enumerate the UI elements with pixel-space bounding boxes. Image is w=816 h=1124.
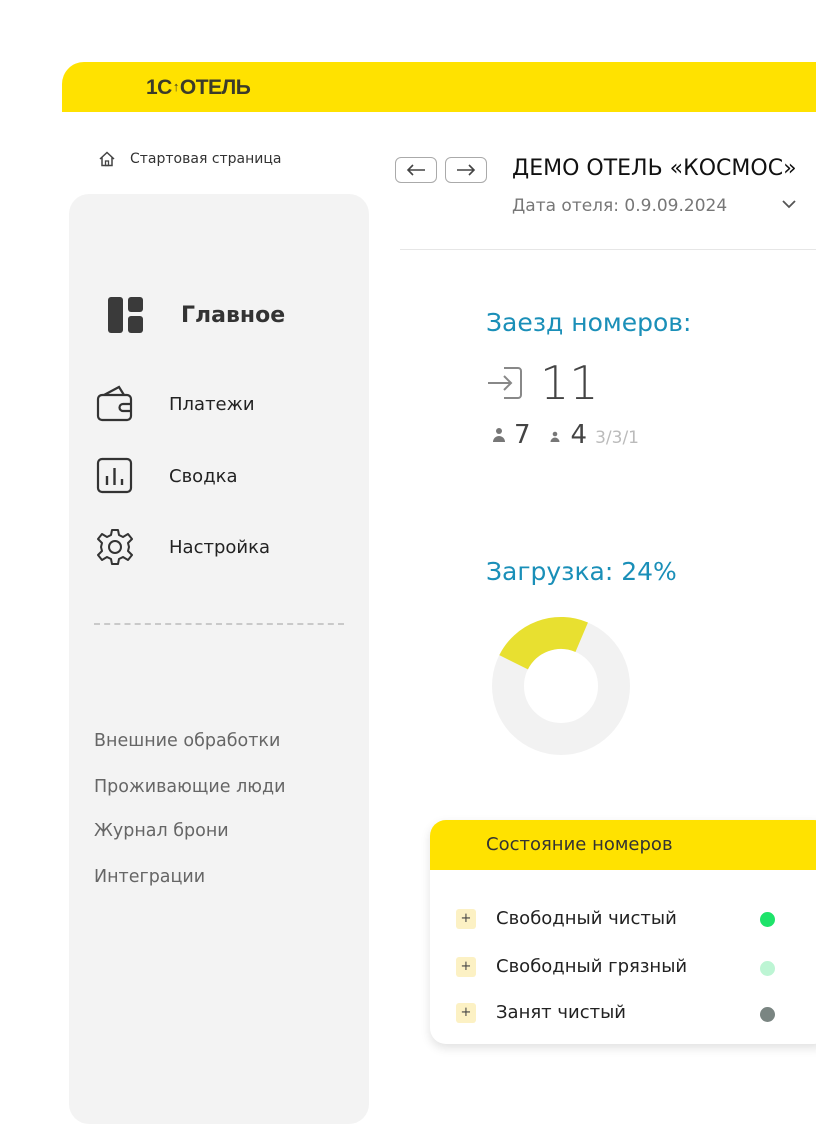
top-bar: 1C↑ОТЕЛЬ bbox=[62, 62, 816, 112]
status-dot bbox=[760, 912, 775, 927]
sidebar-link-residents[interactable]: Проживающие люди bbox=[94, 777, 285, 797]
status-label: Занят чистый bbox=[496, 1002, 626, 1023]
child-icon bbox=[550, 431, 560, 442]
logo-arrow-icon: ↑ bbox=[172, 79, 180, 94]
donut-fill bbox=[499, 617, 588, 671]
guests-row: 7 4 3/3/1 bbox=[492, 420, 639, 450]
room-status-card: Состояние номеров + Свободный чистый + С… bbox=[430, 820, 816, 1044]
home-icon bbox=[99, 151, 115, 167]
room-status-header: Состояние номеров bbox=[430, 820, 816, 870]
wallet-icon bbox=[96, 385, 133, 422]
checkin-icon bbox=[488, 367, 522, 399]
status-dot bbox=[760, 961, 775, 976]
dashboard-icon bbox=[108, 297, 143, 333]
sidebar-item-summary[interactable]: Сводка bbox=[95, 456, 238, 496]
chevron-down-icon[interactable] bbox=[780, 198, 798, 210]
header-divider bbox=[400, 249, 816, 250]
adults-count: 7 bbox=[514, 420, 531, 450]
occupancy-title: Загрузка: 24% bbox=[486, 557, 677, 586]
hotel-date: Дата отеля: 0.9.09.2024 bbox=[512, 196, 728, 216]
sidebar-link-integrations[interactable]: Интеграции bbox=[94, 867, 205, 887]
hotel-title: ДЕМО ОТЕЛЬ «КОСМОС» bbox=[512, 156, 797, 181]
home-link[interactable]: Стартовая страница bbox=[98, 150, 282, 168]
status-row[interactable]: + Занят чистый bbox=[456, 1002, 626, 1023]
checkin-count-row: 11 bbox=[486, 356, 599, 410]
chart-icon bbox=[96, 457, 133, 494]
sidebar-item-label: Главное bbox=[181, 302, 286, 328]
adult-icon bbox=[493, 428, 505, 442]
room-breakdown: 3/3/1 bbox=[595, 428, 639, 448]
sidebar: Главное Платежи Сводка Настройка Внешние… bbox=[69, 194, 369, 1124]
forward-button[interactable] bbox=[445, 157, 487, 183]
checkin-count: 11 bbox=[540, 356, 599, 410]
status-row[interactable]: + Свободный чистый bbox=[456, 908, 677, 929]
back-button[interactable] bbox=[395, 157, 437, 183]
sidebar-item-label: Платежи bbox=[169, 393, 255, 415]
room-status-title: Состояние номеров bbox=[486, 834, 673, 855]
sidebar-item-settings[interactable]: Настройка bbox=[95, 527, 270, 567]
expand-plus-icon[interactable]: + bbox=[456, 908, 476, 929]
app-logo[interactable]: 1C↑ОТЕЛЬ bbox=[146, 76, 251, 100]
expand-plus-icon[interactable]: + bbox=[456, 956, 476, 977]
sidebar-item-payments[interactable]: Платежи bbox=[95, 384, 255, 424]
home-link-label: Стартовая страница bbox=[130, 151, 282, 167]
sidebar-item-label: Настройка bbox=[169, 536, 270, 558]
sidebar-item-label: Сводка bbox=[169, 465, 238, 487]
arrow-left-icon bbox=[406, 164, 425, 176]
expand-plus-icon[interactable]: + bbox=[456, 1002, 476, 1023]
children-count: 4 bbox=[570, 420, 588, 450]
gear-icon bbox=[97, 529, 133, 565]
status-row[interactable]: + Свободный грязный bbox=[456, 956, 687, 977]
status-label: Свободный грязный bbox=[496, 956, 688, 977]
occupancy-donut bbox=[492, 617, 630, 755]
sidebar-divider bbox=[94, 623, 344, 625]
sidebar-item-main[interactable]: Главное bbox=[107, 296, 285, 334]
checkin-title: Заезд номеров: bbox=[486, 308, 692, 337]
arrow-right-icon bbox=[457, 164, 476, 176]
status-dot bbox=[760, 1007, 775, 1022]
sidebar-link-booking-journal[interactable]: Журнал брони bbox=[94, 821, 229, 841]
sidebar-link-external[interactable]: Внешние обработки bbox=[94, 731, 280, 751]
status-label: Свободный чистый bbox=[496, 908, 677, 929]
